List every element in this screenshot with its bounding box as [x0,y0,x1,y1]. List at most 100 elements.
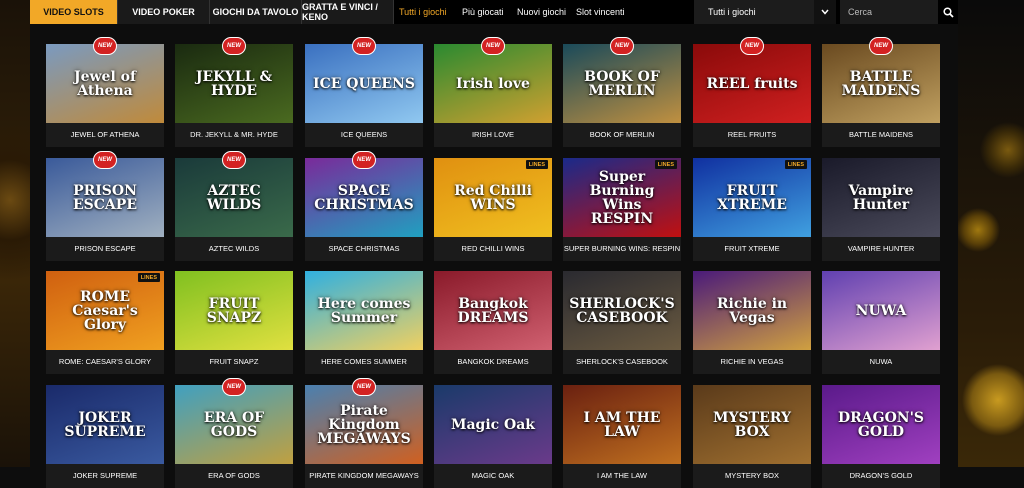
game-card[interactable]: ROME Caesar's Glory LINES ROME: CAESAR'S G… [46,271,164,374]
tab-video-poker[interactable]: VIDEO POKER [118,0,210,24]
game-thumbnail[interactable]: Here comes Summer [305,271,423,350]
new-badge: NEW [481,37,505,55]
game-logo-art: FRUIT XTREME [717,182,787,213]
filter-tutti-i-giochi[interactable]: Tutti i giochi [399,0,447,24]
game-card[interactable]: AZTEC WILDS NEW AZTEC WILDS [175,151,293,261]
game-logo-art: BATTLE MAIDENS [841,68,921,99]
game-logo-art: Red Chilli WINS [454,182,532,213]
game-logo-art: SHERLOCK'S CASEBOOK [569,295,675,326]
tab-gratta-e-vinci[interactable]: GRATTA E VINCI / KENO [302,0,394,24]
game-thumbnail[interactable]: Richie in Vegas [693,271,811,350]
background-left [0,0,30,467]
game-thumbnail[interactable]: Pirate Kingdom MEGAWAYS [305,385,423,464]
game-card[interactable]: FRUIT XTREME LINES FRUIT XTREME [693,158,811,261]
game-logo-art: ROME Caesar's Glory [72,288,138,333]
tab-giochi-da-tavolo[interactable]: GIOCHI DA TAVOLO [210,0,302,24]
tab-video-slots[interactable]: VIDEO SLOTS [30,0,118,24]
game-thumbnail[interactable]: REEL fruits [693,44,811,123]
game-card[interactable]: JEKYLL & HYDE NEW DR. JEKYLL & MR. HYDE [175,37,293,147]
game-card[interactable]: REEL fruits NEW REEL FRUITS [693,37,811,147]
game-title: ICE QUEENS [340,130,388,140]
lines-badge: LINES [654,160,677,169]
game-card[interactable]: FRUIT SNAPZ FRUIT SNAPZ [175,271,293,374]
new-badge: NEW [352,37,376,55]
game-card[interactable]: MYSTERY BOX MYSTERY BOX [693,385,811,488]
new-badge: NEW [222,151,246,169]
games-panel: VIDEO SLOTS VIDEO POKER GIOCHI DA TAVOLO… [30,0,958,488]
category-select[interactable]: Tutti i giochi [694,0,836,24]
game-card[interactable]: Richie in Vegas RICHIE IN VEGAS [693,271,811,374]
game-thumbnail[interactable]: PRISON ESCAPE [46,158,164,237]
game-thumbnail[interactable]: BOOK OF MERLIN [563,44,681,123]
game-card[interactable]: Magic Oak MAGIC OAK [434,385,552,488]
game-title: SPACE CHRISTMAS [328,244,400,254]
game-title: HERE COMES SUMMER [321,357,407,367]
game-thumbnail[interactable]: DRAGON'S GOLD [822,385,940,464]
game-thumbnail[interactable]: Bangkok DREAMS [434,271,552,350]
game-title: VAMPIRE HUNTER [847,244,915,254]
game-logo-art: Irish love [456,75,530,92]
game-card[interactable]: BATTLE MAIDENS NEW BATTLE MAIDENS [822,37,940,147]
game-card[interactable]: Pirate Kingdom MEGAWAYS NEW PIRATE KINGDOM… [305,378,423,488]
game-card[interactable]: BOOK OF MERLIN NEW BOOK OF MERLIN [563,37,681,147]
game-thumbnail[interactable]: I AM THE LAW [563,385,681,464]
game-card[interactable]: Bangkok DREAMS BANGKOK DREAMS [434,271,552,374]
game-card[interactable]: DRAGON'S GOLD DRAGON'S GOLD [822,385,940,488]
game-thumbnail[interactable]: JOKER SUPREME [46,385,164,464]
game-card[interactable]: Jewel of Athena NEW JEWEL OF ATHENA [46,37,164,147]
game-thumbnail[interactable]: BATTLE MAIDENS [822,44,940,123]
game-thumbnail[interactable]: MYSTERY BOX [693,385,811,464]
filter-slot-vincenti[interactable]: Slot vincenti [576,0,625,24]
game-logo-art: FRUIT SNAPZ [206,295,262,326]
game-card[interactable]: I AM THE LAW I AM THE LAW [563,385,681,488]
game-thumbnail[interactable]: Vampire Hunter [822,158,940,237]
game-card[interactable]: SPACE CHRISTMAS NEW SPACE CHRISTMAS [305,151,423,261]
game-title: PIRATE KINGDOM MEGAWAYS [309,471,419,481]
game-logo-art: Jewel of Athena [73,68,137,99]
game-title: JEWEL OF ATHENA [70,130,140,140]
game-card[interactable]: Vampire Hunter VAMPIRE HUNTER [822,158,940,261]
game-title: I AM THE LAW [596,471,647,481]
game-thumbnail[interactable]: ROME Caesar's Glory [46,271,164,350]
game-card[interactable]: SHERLOCK'S CASEBOOK SHERLOCK'S CASEBOOK [563,271,681,374]
game-thumbnail[interactable]: FRUIT XTREME [693,158,811,237]
filter-piu-giocati[interactable]: Più giocati [462,0,504,24]
game-title: RED CHILLI WINS [461,244,525,254]
game-card[interactable]: Irish love NEW IRISH LOVE [434,37,552,147]
game-thumbnail[interactable]: Magic Oak [434,385,552,464]
game-title: IRISH LOVE [471,130,515,140]
lines-badge: LINES [137,273,160,282]
game-card[interactable]: Here comes Summer HERE COMES SUMMER [305,271,423,374]
game-thumbnail[interactable]: Jewel of Athena [46,44,164,123]
game-card[interactable]: ERA OF GODS NEW ERA OF GODS [175,378,293,488]
filter-nuovi-giochi[interactable]: Nuovi giochi [517,0,566,24]
game-thumbnail[interactable]: ERA OF GODS [175,385,293,464]
game-thumbnail[interactable]: SPACE CHRISTMAS [305,158,423,237]
chevron-down-icon[interactable] [814,0,836,24]
game-thumbnail[interactable]: NUWA [822,271,940,350]
game-title: DR. JEKYLL & MR. HYDE [190,130,278,140]
game-title: DRAGON'S GOLD [849,471,913,481]
search-icon[interactable] [938,0,958,24]
game-title: BATTLE MAIDENS [848,130,914,140]
game-card[interactable]: NUWA NUWA [822,271,940,374]
game-card[interactable]: Red Chilli WINS LINES RED CHILLI WINS [434,158,552,261]
game-thumbnail[interactable]: SHERLOCK'S CASEBOOK [563,271,681,350]
game-thumbnail[interactable]: JEKYLL & HYDE [175,44,293,123]
game-title: NUWA [869,357,893,367]
game-card[interactable]: Super Burning Wins RESPIN LINES SUPER BURN… [563,158,681,261]
game-thumbnail[interactable]: Red Chilli WINS [434,158,552,237]
game-thumbnail[interactable]: AZTEC WILDS [175,158,293,237]
game-thumbnail[interactable]: FRUIT SNAPZ [175,271,293,350]
game-card[interactable]: PRISON ESCAPE NEW PRISON ESCAPE [46,151,164,261]
game-card[interactable]: ICE QUEENS NEW ICE QUEENS [305,37,423,147]
search-input[interactable] [840,0,938,24]
game-thumbnail[interactable]: Super Burning Wins RESPIN [563,158,681,237]
game-card[interactable]: JOKER SUPREME JOKER SUPREME [46,385,164,488]
game-title: BANGKOK DREAMS [457,357,529,367]
game-thumbnail[interactable]: ICE QUEENS [305,44,423,123]
game-title: ERA OF GODS [208,471,260,481]
game-thumbnail[interactable]: Irish love [434,44,552,123]
game-title: MAGIC OAK [471,471,515,481]
game-title: JOKER SUPREME [72,471,138,481]
